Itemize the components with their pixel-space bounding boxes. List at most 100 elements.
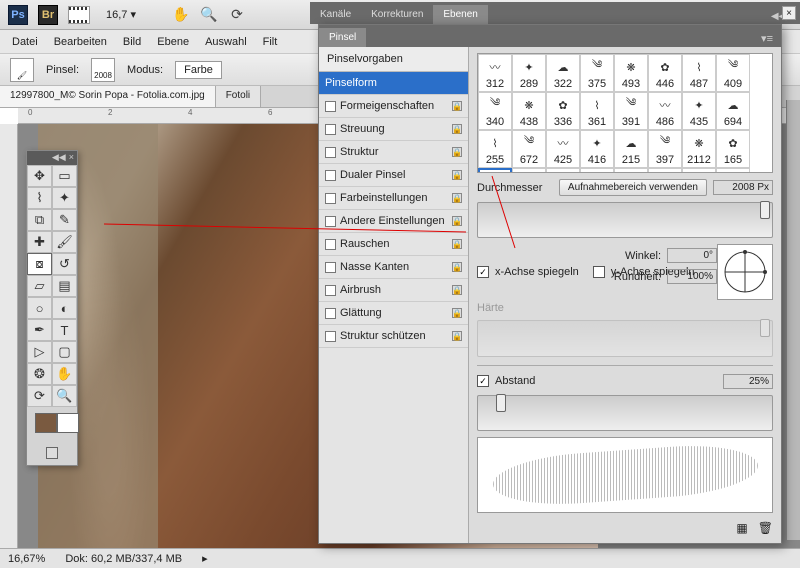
zoom-tool[interactable]: 🔍 (52, 385, 77, 407)
status-zoom[interactable]: 16,67% (8, 553, 45, 565)
setting-checkbox[interactable] (325, 239, 336, 250)
rotate-tool-icon[interactable]: ⟳ (228, 6, 246, 24)
brush-setting-item[interactable]: Struktur schützen🔒 (319, 325, 468, 348)
tool-preset-picker[interactable]: 🖌 (10, 58, 34, 82)
brush-tip-cell[interactable]: ✦2008 (478, 168, 512, 173)
lock-icon[interactable]: 🔒 (452, 239, 462, 249)
crop-tool[interactable]: ⧉ (27, 209, 52, 231)
path-tool[interactable]: ▷ (27, 341, 52, 363)
brush-setting-item[interactable]: Farbeinstellungen🔒 (319, 187, 468, 210)
brush-setting-item[interactable]: Struktur🔒 (319, 141, 468, 164)
brush-setting-item[interactable]: Andere Einstellungen🔒 (319, 210, 468, 233)
brush-tip-cell[interactable]: ༄672 (512, 130, 546, 168)
setting-checkbox[interactable] (325, 147, 336, 158)
setting-checkbox[interactable] (325, 331, 336, 342)
setting-checkbox[interactable] (325, 308, 336, 319)
move-tool[interactable]: ✥ (27, 165, 52, 187)
brush-setting-item[interactable]: Airbrush🔒 (319, 279, 468, 302)
brush-tip-cell[interactable]: ✦289 (512, 54, 546, 92)
menu-bild[interactable]: Bild (123, 36, 141, 48)
tab-korrekturen[interactable]: Korrekturen (361, 5, 433, 24)
brush-tip-cell[interactable]: ☁322 (546, 54, 580, 92)
hand-tool[interactable]: ✋ (52, 363, 77, 385)
shape-tool[interactable]: ▢ (52, 341, 77, 363)
brush-tip-cell[interactable]: ✿336 (546, 92, 580, 130)
brush-tip-cell[interactable]: ༄14 (682, 168, 716, 173)
brush-tip-cell[interactable]: ✿165 (716, 130, 750, 168)
mode-select[interactable]: Farbe (175, 61, 222, 79)
lock-icon[interactable]: 🔒 (452, 331, 462, 341)
diameter-slider[interactable] (477, 202, 773, 238)
brush-tip-cell[interactable]: ☁215 (614, 130, 648, 168)
photoshop-icon[interactable]: Ps (8, 5, 28, 25)
rotate-view-tool[interactable]: ⟳ (27, 385, 52, 407)
lock-icon[interactable]: 🔒 (452, 170, 462, 180)
brush-tip-cell[interactable]: 〰425 (546, 130, 580, 168)
foreground-swatch[interactable] (35, 413, 57, 433)
new-brush-icon[interactable]: ▦ (736, 521, 747, 535)
brush-tip-cell[interactable]: ❋90 (580, 168, 614, 173)
blur-tool[interactable]: ○ (27, 297, 52, 319)
roundness-input[interactable]: 100% (667, 269, 717, 284)
document-tab-active[interactable]: 12997800_M© Sorin Popa - Fotolia.com.jpg (0, 86, 216, 107)
spacing-checkbox[interactable] (477, 375, 489, 387)
zoom-tool-icon[interactable]: 🔍 (200, 6, 218, 24)
setting-checkbox[interactable] (325, 262, 336, 273)
brush-tip-cell[interactable]: ⌇487 (682, 54, 716, 92)
lock-icon[interactable]: 🔒 (452, 101, 462, 111)
brush-tip-cell[interactable]: ༄340 (478, 92, 512, 130)
brush-tool[interactable]: 🖌 (52, 231, 77, 253)
menu-filter[interactable]: Filt (263, 36, 278, 48)
setting-checkbox[interactable] (325, 101, 336, 112)
history-brush-tool[interactable]: ↺ (52, 253, 77, 275)
minibridge-icon[interactable] (68, 6, 90, 24)
brush-setting-item[interactable]: Formeigenschaften🔒 (319, 95, 468, 118)
brush-tip-cell[interactable]: ༄409 (716, 54, 750, 92)
wand-tool[interactable]: ✦ (52, 187, 77, 209)
brush-tip-cell[interactable]: ⌇60 (648, 168, 682, 173)
tab-pinsel[interactable]: Pinsel (319, 28, 366, 47)
menu-datei[interactable]: Datei (12, 36, 38, 48)
diameter-value[interactable]: 2008 Px (713, 180, 773, 195)
brush-tip-cell[interactable]: ☁694 (716, 92, 750, 130)
brush-tip-cell[interactable]: ༄391 (614, 92, 648, 130)
brush-presets-header[interactable]: Pinselvorgaben (319, 47, 468, 72)
brush-tip-cell[interactable]: ✿446 (648, 54, 682, 92)
flip-x-checkbox[interactable] (477, 266, 489, 278)
heal-tool[interactable]: ✚ (27, 231, 52, 253)
brush-tip-cell[interactable]: ✦435 (682, 92, 716, 130)
setting-checkbox[interactable] (325, 124, 336, 135)
brush-setting-item[interactable]: Streuung🔒 (319, 118, 468, 141)
angle-input[interactable]: 0° (667, 248, 717, 263)
bridge-icon[interactable]: Br (38, 5, 58, 25)
menu-auswahl[interactable]: Auswahl (205, 36, 247, 48)
brush-tip-cell[interactable]: ༄45 (546, 168, 580, 173)
brush-tip-cell[interactable]: ༄397 (648, 130, 682, 168)
spacing-input[interactable]: 25% (723, 374, 773, 389)
lock-icon[interactable]: 🔒 (452, 124, 462, 134)
lock-icon[interactable]: 🔒 (452, 193, 462, 203)
brush-setting-item[interactable]: Glättung🔒 (319, 302, 468, 325)
hand-tool-icon[interactable]: ✋ (172, 6, 190, 24)
brush-setting-item[interactable]: Dualer Pinsel🔒 (319, 164, 468, 187)
brush-tip-cell[interactable]: ✦416 (580, 130, 614, 168)
pen-tool[interactable]: ✒ (27, 319, 52, 341)
lock-icon[interactable]: 🔒 (452, 308, 462, 318)
tab-ebenen[interactable]: Ebenen (433, 5, 487, 24)
brush-setting-item[interactable]: Rauschen🔒 (319, 233, 468, 256)
brush-setting-item[interactable]: Nasse Kanten🔒 (319, 256, 468, 279)
delete-brush-icon[interactable]: 🗑 (758, 521, 773, 535)
background-swatch[interactable] (57, 413, 79, 433)
setting-checkbox[interactable] (325, 216, 336, 227)
document-tab[interactable]: Fotoli (216, 86, 261, 107)
brush-tip-cell[interactable]: ☁40 (512, 168, 546, 173)
eraser-tool[interactable]: ▱ (27, 275, 52, 297)
angle-roundness-widget[interactable] (717, 244, 773, 300)
setting-checkbox[interactable] (325, 170, 336, 181)
window-close-button[interactable]: × (782, 6, 796, 20)
stamp-tool[interactable]: ⧇ (27, 253, 52, 275)
dodge-tool[interactable]: ◐ (52, 297, 77, 319)
brush-tip-cell[interactable]: ❋2112 (682, 130, 716, 168)
brush-tip-cell[interactable]: 〰43 (716, 168, 750, 173)
collapsed-panels[interactable] (786, 100, 800, 540)
